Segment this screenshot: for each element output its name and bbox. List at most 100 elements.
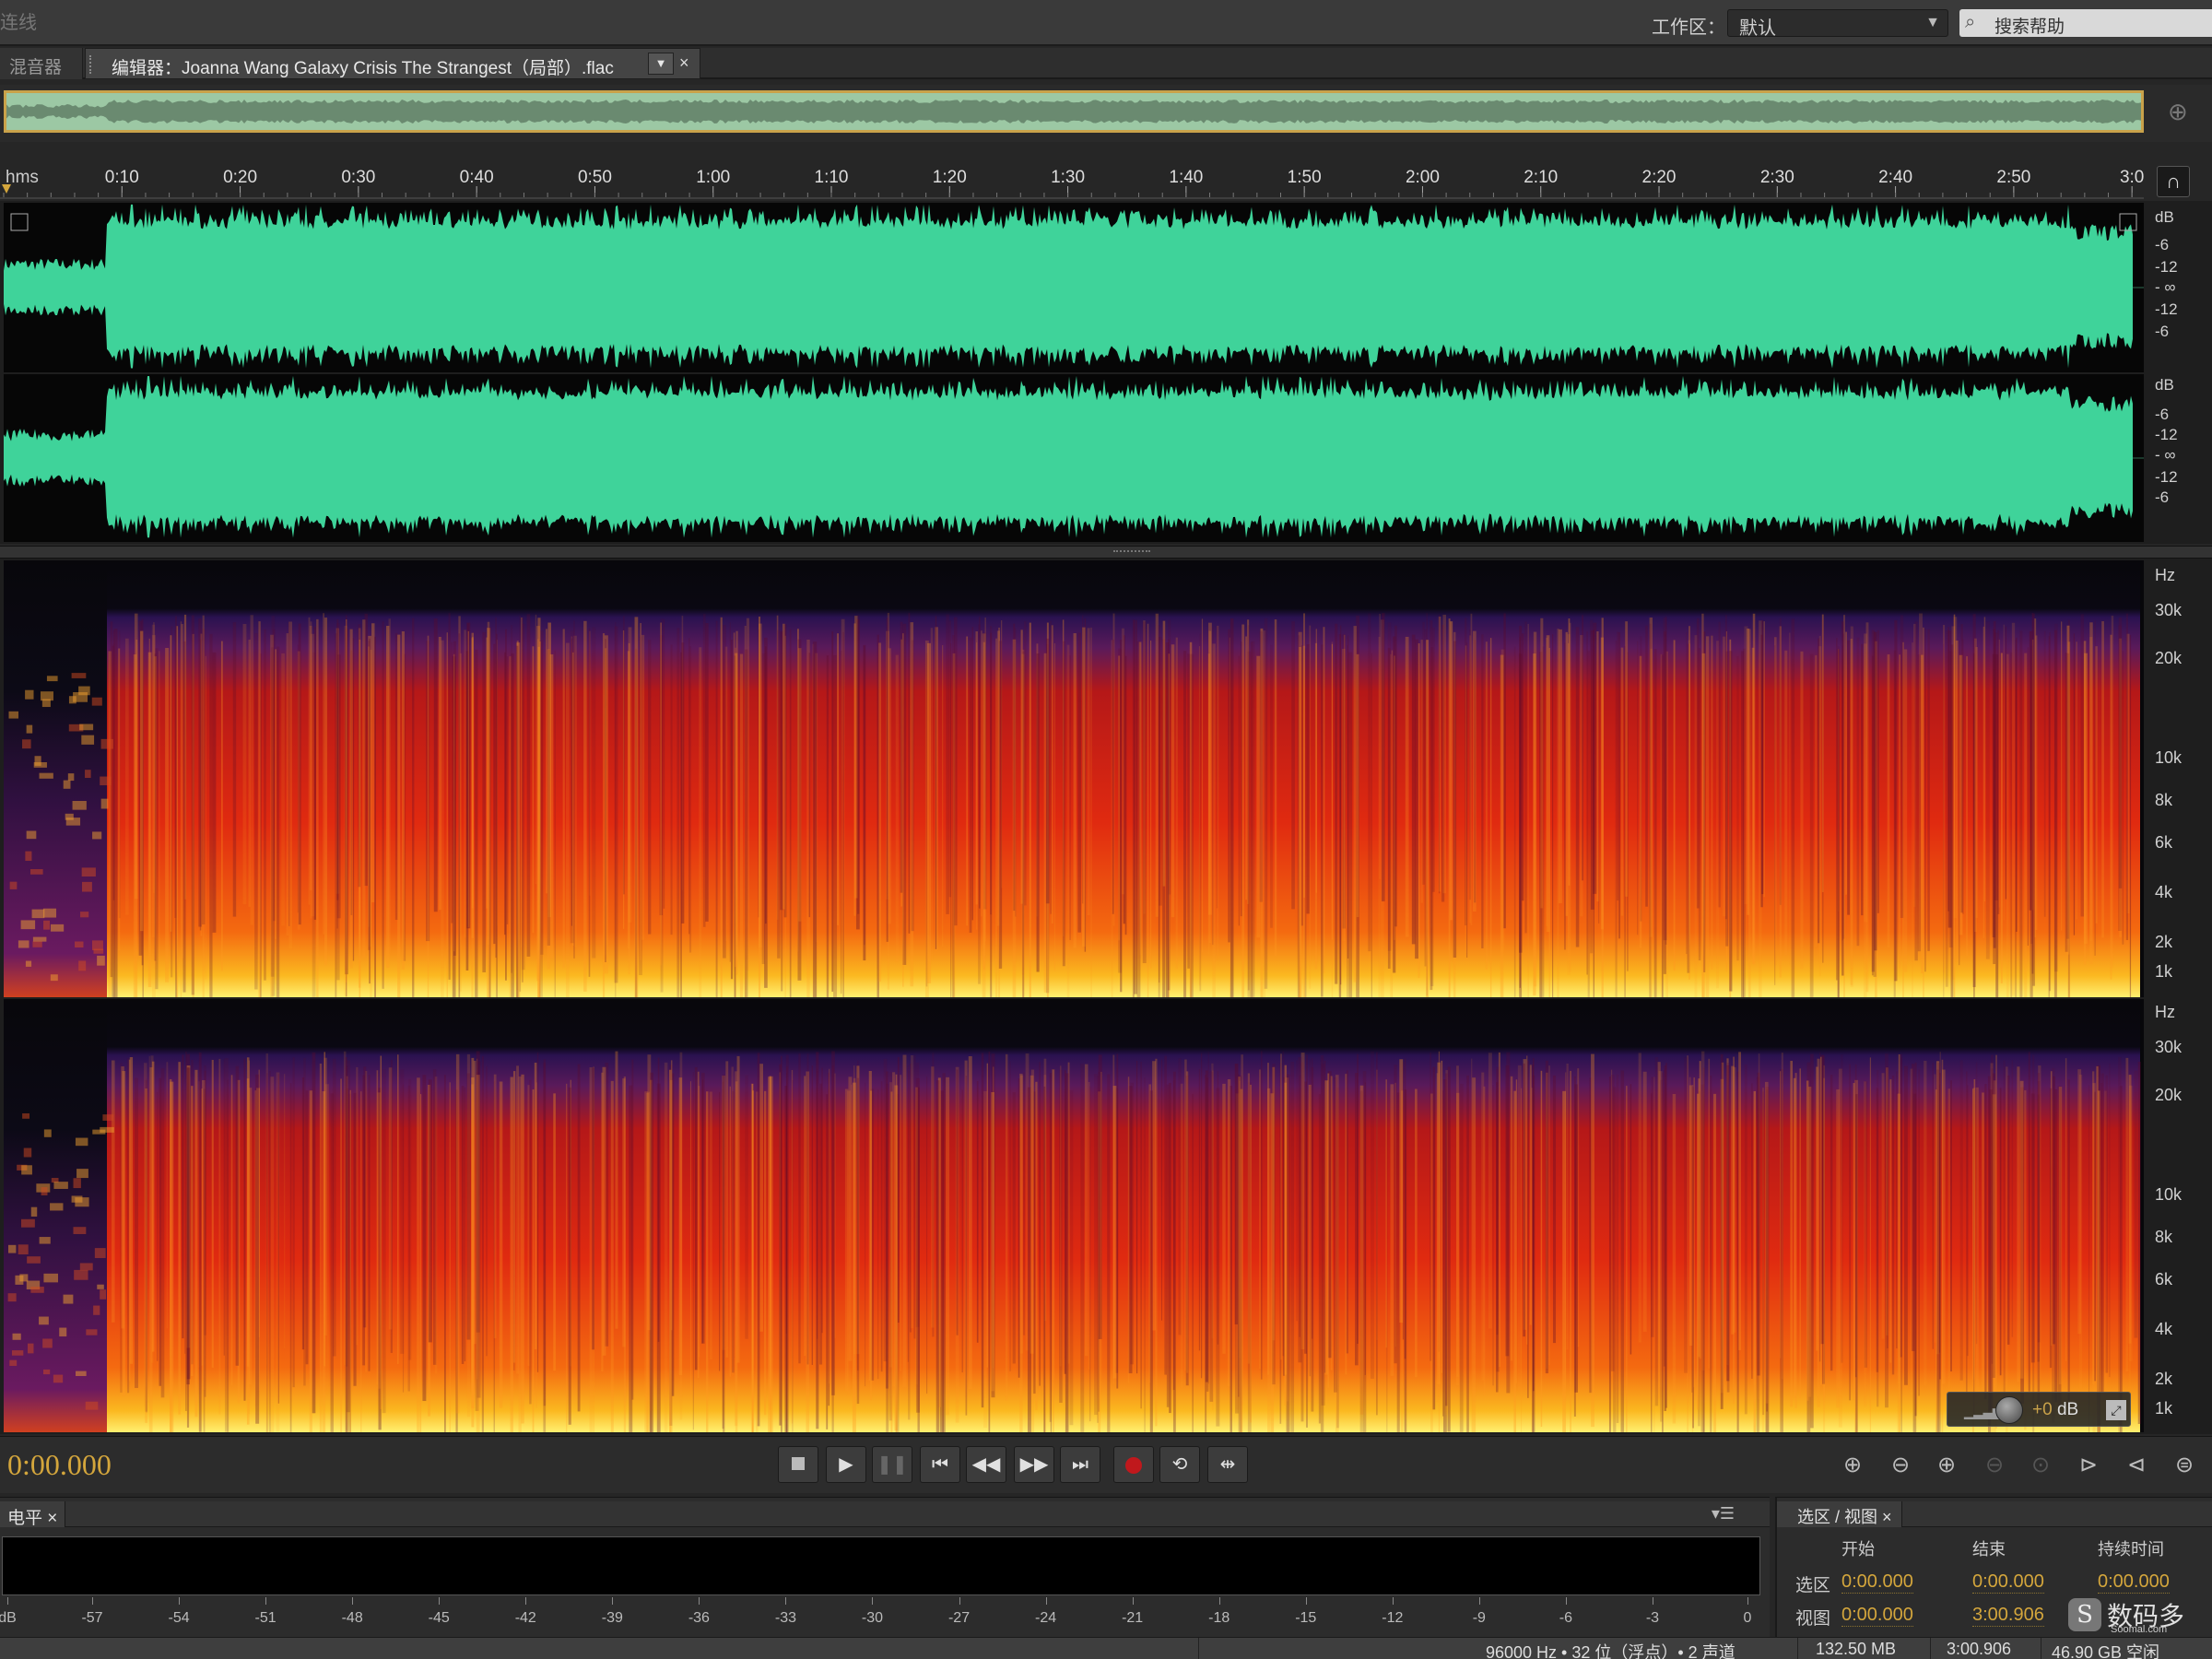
overview-waveform[interactable] <box>4 90 2144 133</box>
zoom-out-full-button[interactable]: ⊜ <box>2166 1450 2203 1481</box>
ruler-tick-label: 0:50 <box>578 168 612 187</box>
level-scale-tick <box>1305 1597 1307 1605</box>
selection-start-field[interactable]: 0:00.000 <box>1841 1571 1913 1594</box>
fade-in-handle-icon[interactable] <box>10 213 29 231</box>
db-tick: -6 <box>2155 323 2170 340</box>
overview-navigator[interactable]: ⊕ <box>0 85 2212 142</box>
pause-button[interactable]: ❚❚ <box>872 1446 912 1483</box>
watermark-logo: S 数码多 Soomal.com <box>2068 1594 2212 1637</box>
transport-bar: 0:00.000 ▶ ❚❚ ⏮ ◀◀ ▶▶ ⏭ ⟲ ⇹ ⊕ ⊖ ⊕ ⊖ ⊙ ⊳ … <box>0 1436 2212 1493</box>
zoom-out-amplitude-button[interactable]: ⊖ <box>1882 1450 1919 1481</box>
spectral-frequency-display[interactable]: Hz 30k 20k 10k 8k 6k 4k 2k 1k Hz 30k 20k… <box>0 559 2212 1434</box>
record-button[interactable] <box>1113 1446 1154 1483</box>
file-dropdown-button[interactable]: ▼ <box>648 53 674 75</box>
splitter-grip-icon[interactable] <box>1113 550 1150 554</box>
waveform-channel-left[interactable] <box>4 203 2144 372</box>
zoom-out-time-button[interactable]: ⊖ <box>1976 1450 2013 1481</box>
view-end-field[interactable]: 3:00.906 <box>1972 1605 2044 1627</box>
level-scale-tick <box>7 1597 8 1605</box>
stop-button[interactable] <box>778 1446 818 1483</box>
end-header: 结束 <box>1972 1540 2006 1559</box>
current-time-display[interactable]: 0:00.000 <box>7 1448 112 1482</box>
waveform-channel-right[interactable] <box>4 374 2144 542</box>
gain-knob[interactable] <box>1995 1396 2023 1424</box>
db-tick: -6 <box>2155 488 2170 506</box>
skip-selection-button[interactable]: ⇹ <box>1207 1446 1248 1483</box>
tab-level[interactable]: 电平 × <box>0 1501 66 1528</box>
level-scale-tick <box>612 1597 614 1605</box>
spectrogram-channel-left[interactable] <box>4 560 2144 997</box>
tab-selection-view[interactable]: 选区 / 视图 × <box>1777 1501 1902 1527</box>
waveform-shape <box>4 375 2133 538</box>
spectrogram-channel-right[interactable] <box>4 999 2144 1432</box>
db-tick: - ∞ <box>2155 446 2176 464</box>
waveform-display[interactable]: dB -6 -12 - ∞ -12 -6 dB -6 -12 - ∞ -12 -… <box>0 201 2212 544</box>
zoom-in-time-button[interactable]: ⊕ <box>1928 1450 1965 1481</box>
gain-hud[interactable]: ▁▂▃▅ +0 dB ⤢ <box>1947 1392 2131 1427</box>
level-scale-label: -6 <box>1559 1610 1573 1626</box>
toolbar-stub-label: 连线 <box>0 13 37 33</box>
zoom-in-right-icon: ⊲ <box>2126 1453 2147 1477</box>
close-icon[interactable]: × <box>679 53 689 73</box>
level-scale-label: -24 <box>1035 1610 1057 1626</box>
duration-header: 持续时间 <box>2098 1540 2164 1559</box>
view-start-field[interactable]: 0:00.000 <box>1841 1605 1913 1627</box>
drag-grip-icon[interactable] <box>89 55 95 74</box>
view-splitter[interactable] <box>0 546 2212 559</box>
db-tick: -12 <box>2155 426 2178 443</box>
close-icon[interactable]: × <box>1882 1508 1892 1526</box>
level-tab-row: 电平 × ▾☰ <box>0 1501 1770 1528</box>
hz-tick: 20k <box>2155 649 2183 667</box>
play-button[interactable]: ▶ <box>826 1446 866 1483</box>
ruler-unit-label: hms <box>6 168 39 187</box>
level-scale-tick <box>1132 1597 1134 1605</box>
level-scale-label: -51 <box>254 1610 276 1626</box>
fade-out-handle-icon[interactable] <box>2119 213 2137 231</box>
pin-icon[interactable]: ⤢ <box>2106 1400 2126 1420</box>
level-scale-label: 0 <box>1743 1610 1752 1626</box>
fast-forward-button[interactable]: ▶▶ <box>1014 1446 1054 1483</box>
overview-wave-shape <box>6 100 2141 124</box>
loop-button[interactable]: ⟲ <box>1159 1446 1200 1483</box>
level-scale-tick <box>525 1597 527 1605</box>
db-tick: -12 <box>2155 258 2178 276</box>
rewind-icon: ◀◀ <box>971 1454 1001 1475</box>
zoom-in-left-button[interactable]: ⊳ <box>2070 1450 2107 1481</box>
ruler-tick-label: 0:30 <box>341 168 375 187</box>
level-scale-label: -18 <box>1208 1610 1230 1626</box>
db-tick: - ∞ <box>2155 278 2176 296</box>
close-icon[interactable]: × <box>47 1509 57 1528</box>
tab-mixer[interactable]: 混音器 <box>0 48 83 79</box>
selection-tab-row: 选区 / 视图 × <box>1777 1501 2212 1527</box>
selection-end-field[interactable]: 0:00.000 <box>1972 1571 2044 1594</box>
hz-tick: 4k <box>2155 1320 2173 1338</box>
zoom-in-right-button[interactable]: ⊲ <box>2118 1450 2155 1481</box>
db-scale-left: dB -6 -12 - ∞ -12 -6 <box>2146 203 2212 372</box>
view-row-label: 视图 <box>1795 1609 1831 1629</box>
rewind-button[interactable]: ◀◀ <box>966 1446 1006 1483</box>
level-scale-label: -30 <box>861 1610 884 1626</box>
level-scale-tick <box>1218 1597 1220 1605</box>
skip-end-button[interactable]: ⏭ <box>1060 1446 1100 1483</box>
workspace-select[interactable]: 默认 ▼ <box>1727 9 1948 39</box>
panel-menu-icon[interactable]: ▾☰ <box>1712 1504 1735 1524</box>
level-scale-tick <box>699 1597 700 1605</box>
skip-start-button[interactable]: ⏮ <box>920 1446 960 1483</box>
tab-editor[interactable]: 编辑器：Joanna Wang Galaxy Crisis The Strang… <box>85 48 700 79</box>
db-unit-label: dB <box>2155 376 2174 394</box>
waveform-shape <box>4 204 2133 369</box>
time-ruler[interactable]: hms 0:10 0:20 0:30 0:40 0:50 1:00 1:10 1:20 1:30 1… <box>0 162 2144 199</box>
level-scale-tick <box>179 1597 181 1605</box>
selection-duration-field[interactable]: 0:00.000 <box>2098 1571 2170 1594</box>
level-meter-bar <box>2 1536 1760 1595</box>
ruler-tick-label: 1:10 <box>815 168 849 187</box>
headphone-monitor-button[interactable]: ∩ <box>2157 166 2190 197</box>
level-scale-tick <box>1045 1597 1047 1605</box>
zoom-in-amplitude-button[interactable]: ⊕ <box>1834 1450 1871 1481</box>
zoom-selection-button[interactable]: ⊙ <box>2022 1450 2059 1481</box>
zoom-navigator-icon[interactable]: ⊕ <box>2168 98 2195 125</box>
playhead-marker-icon[interactable] <box>2 184 11 194</box>
level-scale-label: -45 <box>428 1610 450 1626</box>
workspace-label: 工作区： <box>1652 18 1725 38</box>
search-help-input[interactable]: ⌕ 搜索帮助 <box>1959 9 2212 37</box>
